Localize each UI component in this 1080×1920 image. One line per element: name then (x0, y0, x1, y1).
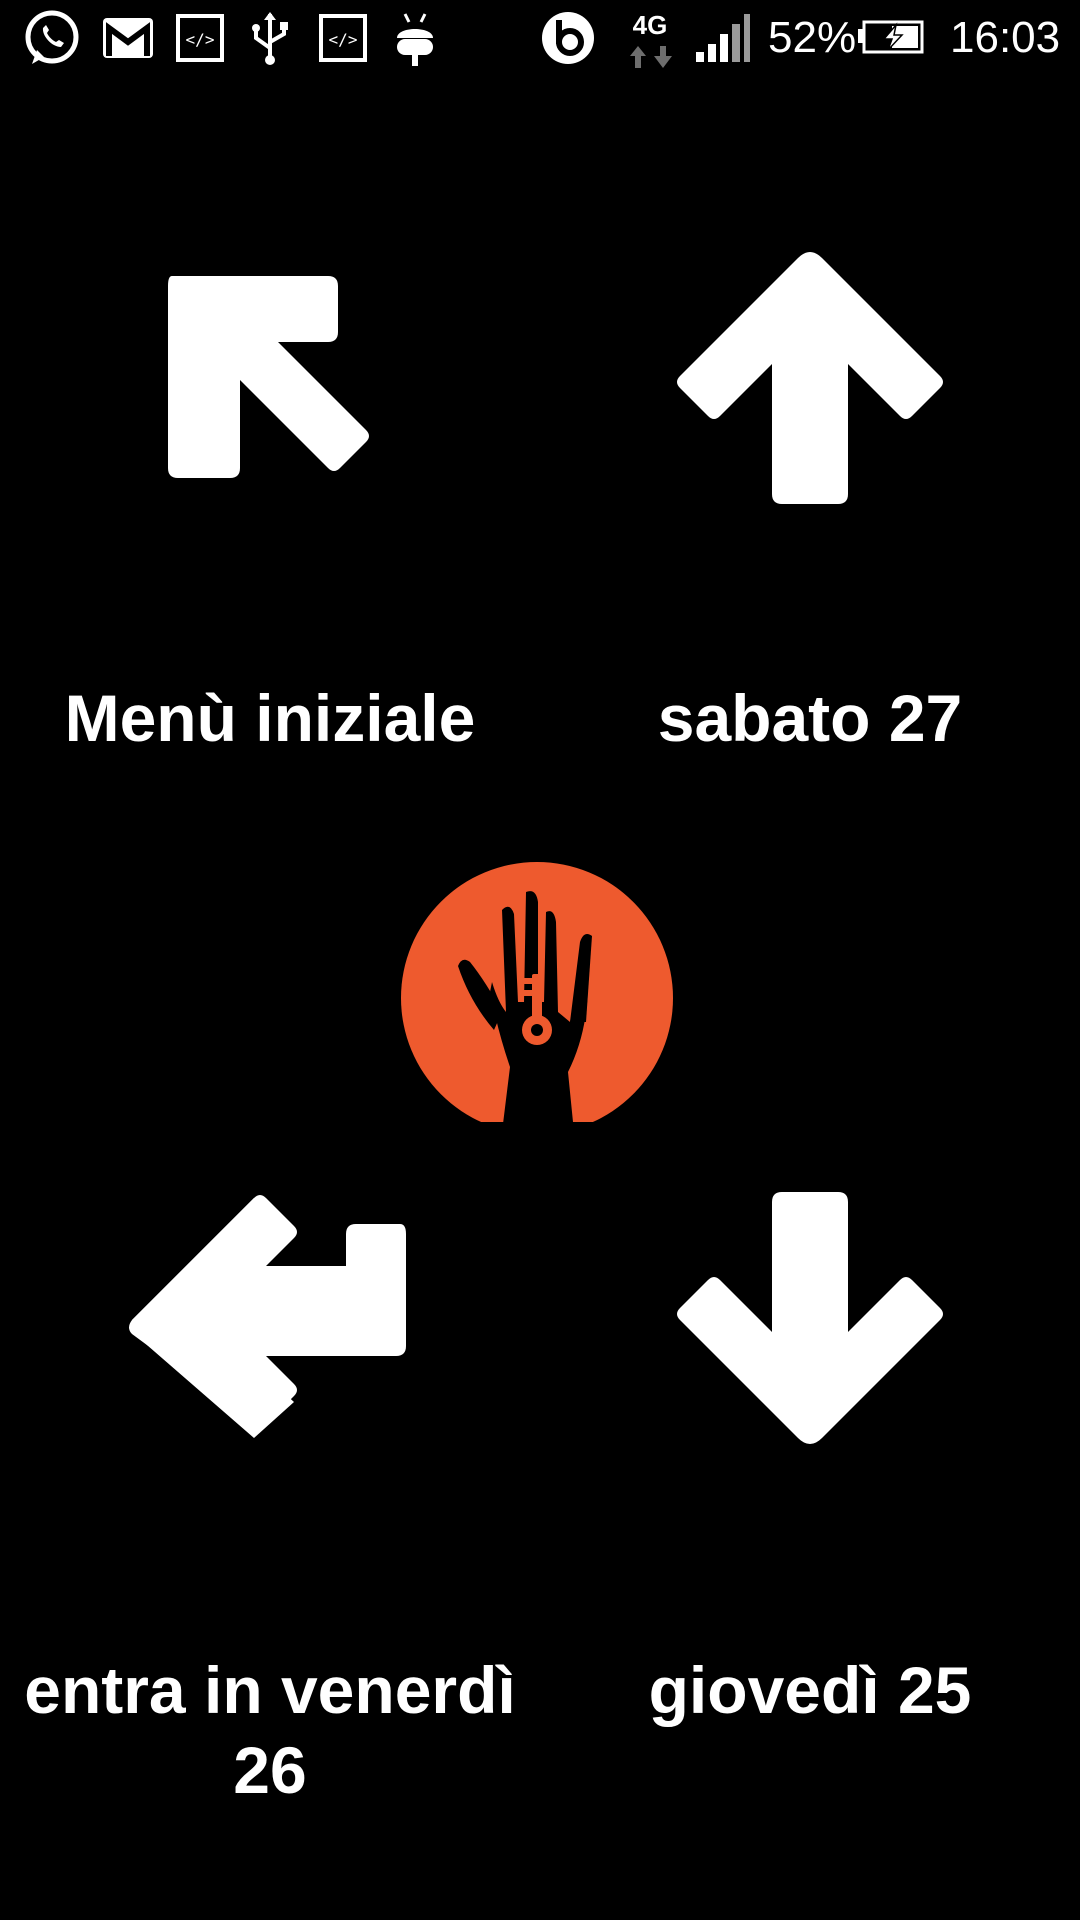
code-icon: </> (319, 14, 367, 62)
clock: 16:03 (950, 13, 1061, 62)
svg-text:</>: </> (186, 30, 215, 49)
arrow-return-left-icon (129, 1195, 406, 1438)
giovedi-25-button[interactable]: giovedì 25 (540, 1160, 1080, 1820)
screen: </> </> 4G 52% 16:03 Menù iniziale sabat… (0, 0, 1080, 1920)
entra-venerdi-26-label: entra in venerdì 26 (24, 1653, 516, 1807)
svg-text:4G: 4G (633, 10, 668, 40)
battery-percent: 52% (768, 13, 857, 62)
svg-text:</>: </> (329, 30, 358, 49)
network-4g-icon: 4G (630, 10, 672, 68)
whatsapp-icon (25, 10, 79, 64)
sabato-27-button[interactable]: sabato 27 (540, 200, 1080, 800)
arrow-up-icon (677, 252, 943, 504)
gmail-icon (103, 18, 153, 58)
menu-iniziale-button[interactable]: Menù iniziale (0, 200, 540, 800)
menu-iniziale-label: Menù iniziale (64, 681, 476, 755)
status-bar: </> </> 4G 52% 16:03 (0, 0, 1080, 78)
beats-icon (542, 12, 594, 64)
entra-venerdi-26-button[interactable]: entra in venerdì 26 (0, 1160, 540, 1820)
battery-charging-icon (858, 20, 924, 54)
android-debug-icon (397, 13, 433, 66)
arrow-up-left-icon (168, 276, 369, 478)
code-icon: </> (176, 14, 224, 62)
usb-icon (252, 12, 288, 65)
giovedi-25-label: giovedì 25 (648, 1653, 972, 1727)
sabato-27-label: sabato 27 (657, 681, 963, 755)
arrow-down-icon (677, 1192, 943, 1444)
signal-icon (696, 14, 750, 62)
hand-key-logo-icon (401, 862, 673, 1122)
